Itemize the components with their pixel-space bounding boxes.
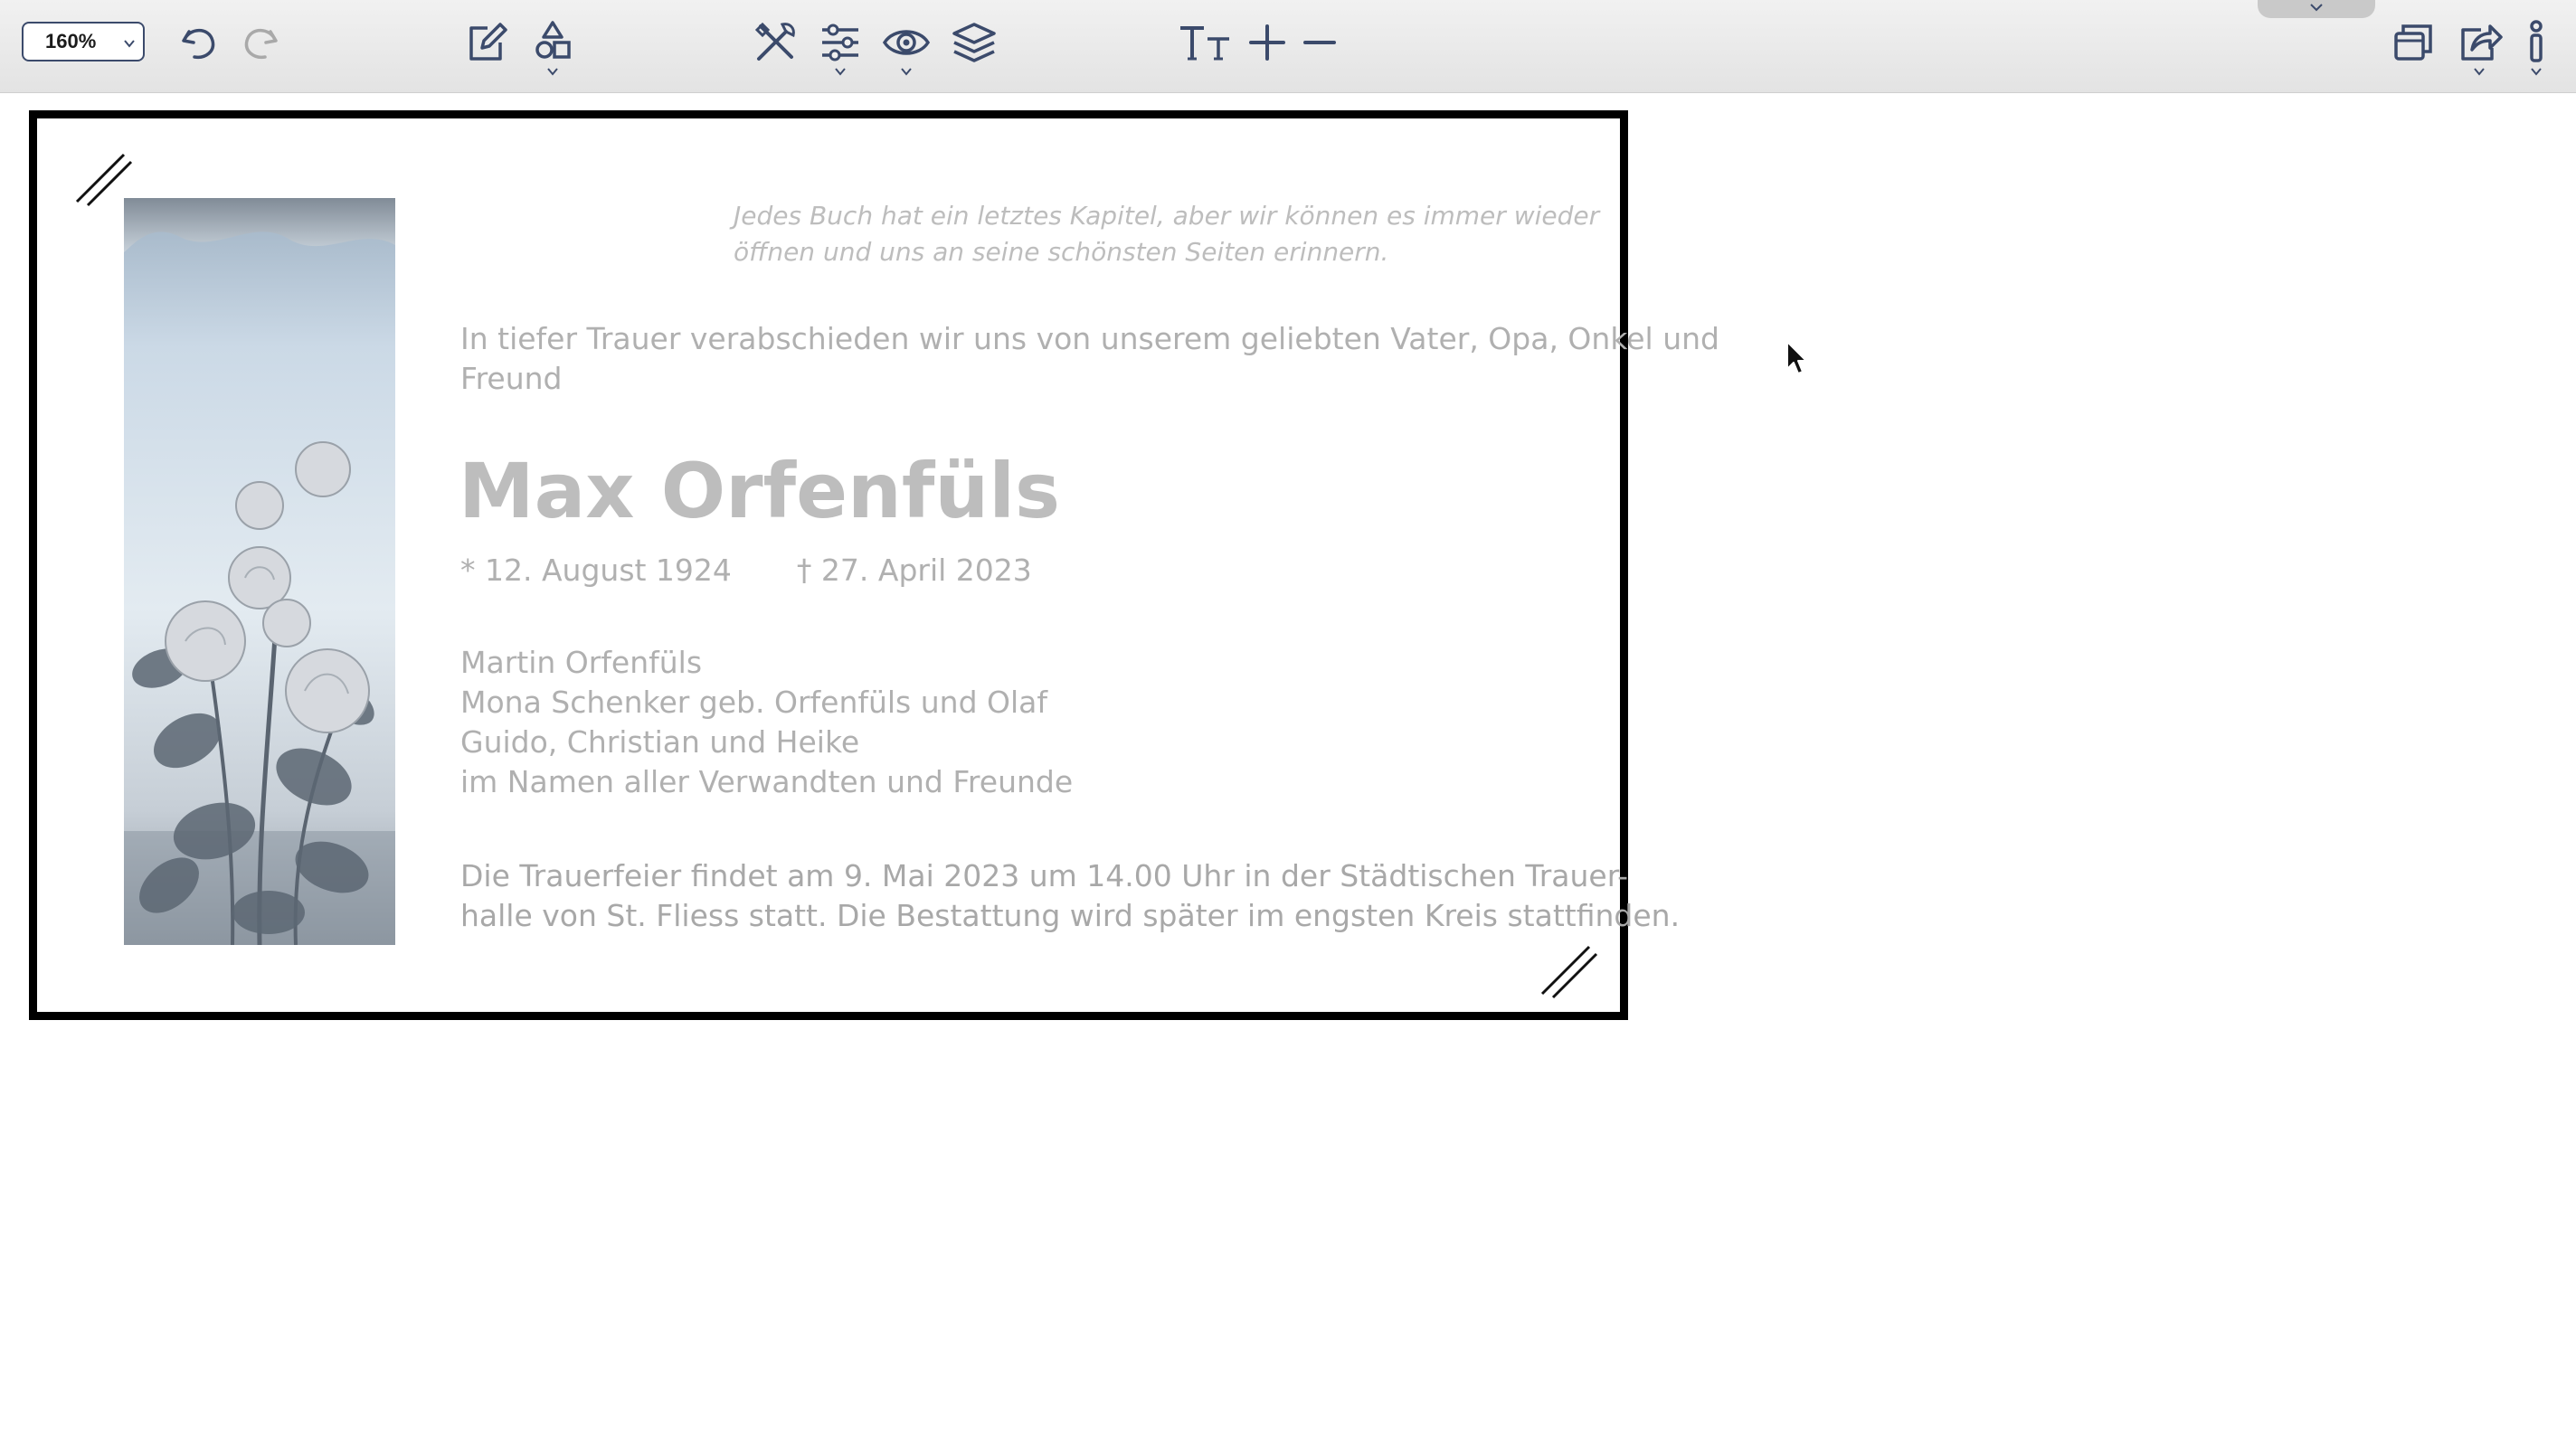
windows-button[interactable] bbox=[2386, 14, 2442, 71]
eye-icon bbox=[882, 30, 931, 55]
plus-icon bbox=[1249, 24, 1285, 61]
zoom-out-button[interactable] bbox=[1292, 14, 1348, 71]
windows-icon bbox=[2394, 24, 2432, 61]
minus-icon bbox=[1303, 41, 1336, 44]
ceremony-line: Die Trauerfeier findet am 9. Mai 2023 um… bbox=[460, 858, 1629, 893]
family-line: im Namen aller Verwandten und Freunde bbox=[460, 764, 1074, 799]
share-icon bbox=[2461, 24, 2503, 61]
shapes-icon bbox=[535, 21, 571, 59]
family-line: Mona Schenker geb. Orfenfüls und Olaf bbox=[460, 685, 1047, 720]
family-line: Martin Orfenfüls bbox=[460, 645, 703, 680]
toolbar-toggle-tab[interactable] bbox=[2258, 0, 2375, 18]
zoom-in-button[interactable] bbox=[1239, 14, 1295, 71]
adjust-button[interactable] bbox=[812, 14, 868, 76]
pencil-square-icon bbox=[469, 23, 507, 61]
view-button[interactable] bbox=[878, 14, 934, 76]
text-size-button[interactable] bbox=[1174, 14, 1237, 71]
roses-photo[interactable] bbox=[124, 198, 395, 945]
obituary-card[interactable]: Jedes Buch hat ein letztes Kapitel, aber… bbox=[29, 110, 1719, 1020]
intro-line: In tiefer Trauer verabschieden wir uns v… bbox=[460, 321, 1719, 356]
quote: Jedes Buch hat ein letztes Kapitel, aber… bbox=[734, 198, 1599, 270]
family-list: Martin Orfenfüls Mona Schenker geb. Orfe… bbox=[460, 643, 1073, 802]
chevron-down-icon bbox=[547, 68, 558, 76]
corner-marks-icon bbox=[1540, 945, 1598, 999]
intro-line: Freund bbox=[460, 361, 563, 396]
ceremony-text: Die Trauerfeier findet am 9. Mai 2023 um… bbox=[460, 856, 1680, 936]
chevron-down-icon bbox=[124, 40, 135, 48]
birth-date: * 12. August 1924 bbox=[460, 553, 732, 588]
redo-icon bbox=[244, 28, 278, 60]
chevron-down-icon bbox=[835, 68, 846, 76]
share-button[interactable] bbox=[2451, 14, 2507, 76]
quote-line: öffnen und uns an seine schönsten Seiten… bbox=[734, 237, 1389, 267]
roses-illustration bbox=[124, 198, 395, 945]
quote-line: Jedes Buch hat ein letztes Kapitel, aber… bbox=[734, 201, 1600, 231]
mouse-cursor-icon bbox=[1786, 341, 1807, 374]
layers-button[interactable] bbox=[946, 14, 1002, 71]
deceased-name: Max Orfenfüls bbox=[459, 447, 1060, 535]
chevron-down-icon bbox=[2531, 68, 2542, 76]
family-line: Guido, Christian und Heike bbox=[460, 724, 860, 760]
death-date: † 27. April 2023 bbox=[796, 553, 1032, 588]
chevron-down-icon bbox=[901, 68, 912, 76]
undo-button[interactable] bbox=[170, 14, 226, 71]
redo-button[interactable] bbox=[233, 14, 289, 71]
info-button[interactable] bbox=[2507, 14, 2565, 76]
tools-button[interactable] bbox=[747, 14, 803, 71]
chevron-down-icon bbox=[2474, 68, 2485, 76]
life-dates: * 12. August 1924 † 27. April 2023 bbox=[460, 551, 1032, 590]
layers-icon bbox=[952, 23, 996, 62]
shapes-button[interactable] bbox=[525, 14, 581, 76]
chevron-down-icon bbox=[2310, 4, 2323, 12]
edit-button[interactable] bbox=[458, 14, 514, 71]
zoom-value: 160% bbox=[45, 30, 97, 52]
zoom-select[interactable]: 160% bbox=[22, 22, 145, 61]
tools-icon bbox=[754, 22, 795, 61]
info-icon bbox=[2530, 20, 2543, 62]
sliders-icon bbox=[822, 24, 858, 61]
undo-icon bbox=[182, 28, 215, 60]
toolbar: 160% bbox=[0, 0, 2576, 93]
intro-text: In tiefer Trauer verabschieden wir uns v… bbox=[460, 319, 1719, 399]
ceremony-line: halle von St. Fliess statt. Die Bestattu… bbox=[460, 898, 1681, 933]
text-size-icon bbox=[1180, 26, 1229, 61]
